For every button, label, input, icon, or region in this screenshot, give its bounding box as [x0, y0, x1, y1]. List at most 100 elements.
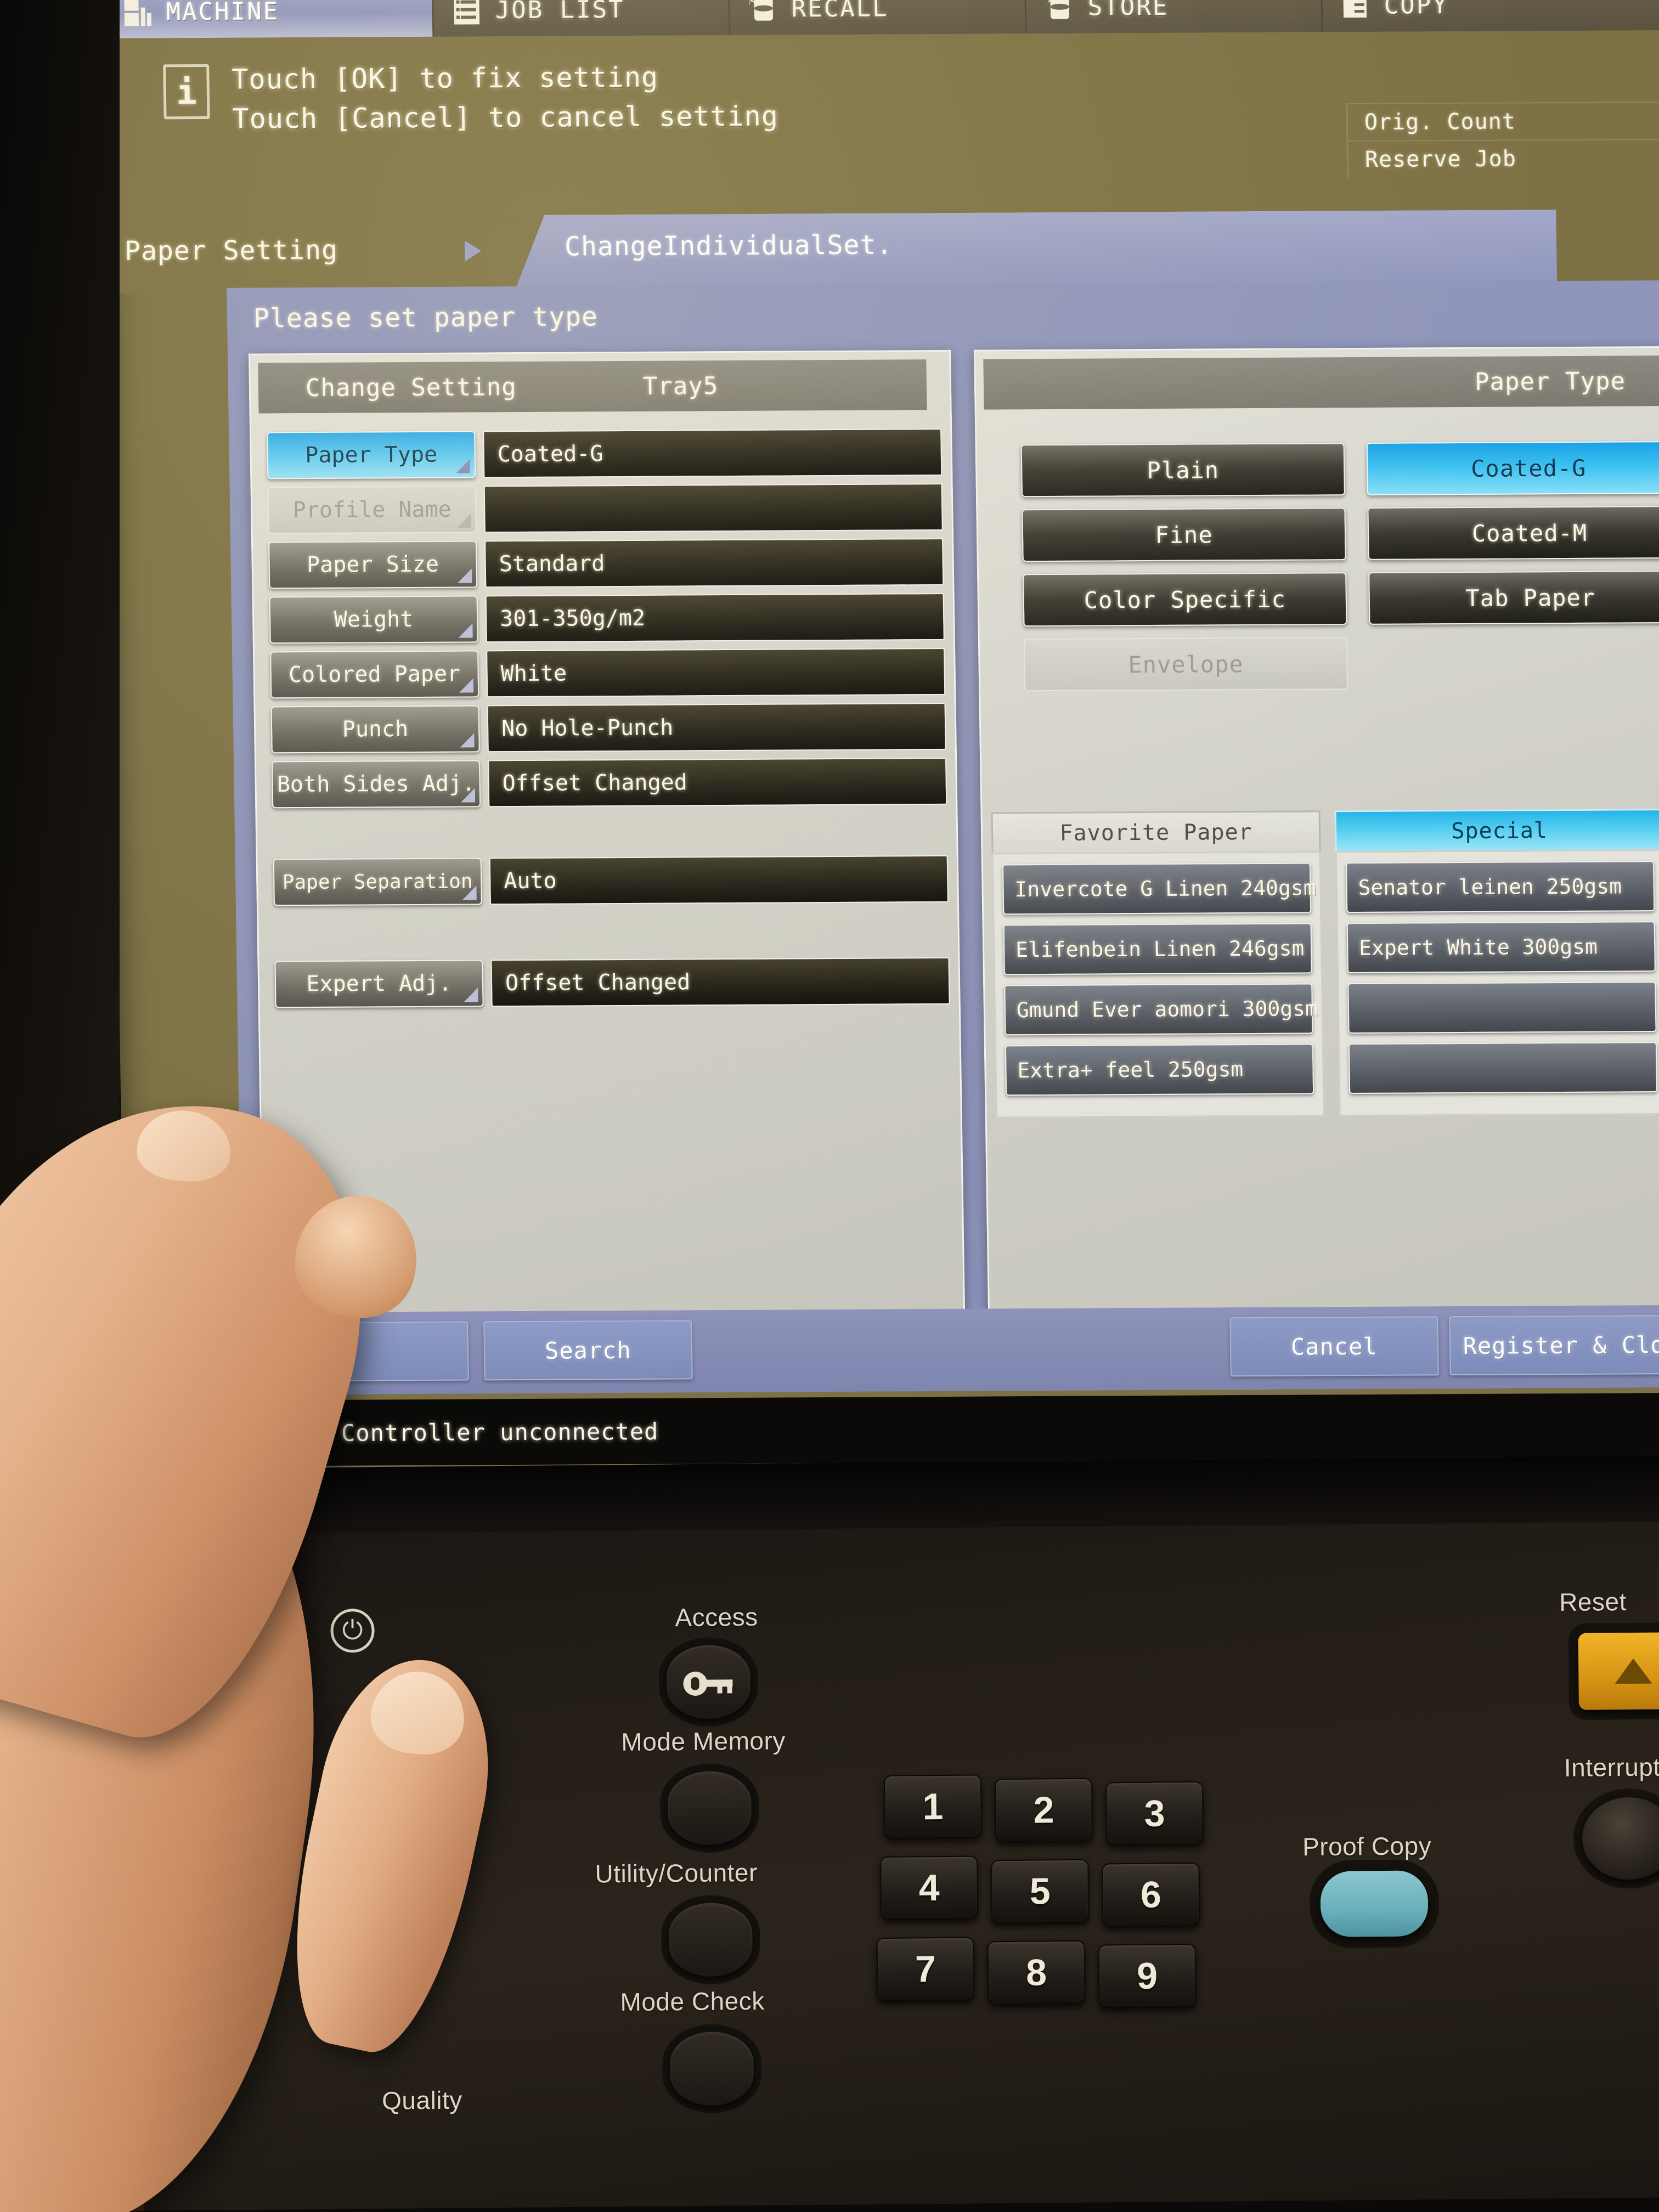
paper-type-fine-button[interactable]: Fine [1022, 507, 1346, 562]
reset-button[interactable] [1578, 1632, 1659, 1710]
power-icon: ⏻ [330, 1609, 375, 1653]
control-panel: Power ⏻ Access Mode Memory Utility/Count… [0, 1455, 1659, 2212]
photo-root: MACHINE JOB LIST ⇱ RECALL STORE COPY i T… [0, 0, 1659, 2212]
triangle-indicator-icon [458, 623, 473, 638]
paper-type-coated-m-button[interactable]: Coated-M [1367, 505, 1659, 560]
tab-job-list[interactable]: JOB LIST [433, 0, 731, 37]
utility-counter-button[interactable] [668, 1903, 753, 1977]
breadcrumb: Paper Setting ChangeIndividualSet. [108, 213, 1659, 293]
mode-memory-label: Mode Memory [621, 1726, 786, 1757]
list-item[interactable] [1347, 981, 1657, 1034]
weight-key[interactable]: Weight [269, 595, 478, 644]
paper-separation-key[interactable]: Paper Separation [273, 857, 482, 906]
interrupt-button[interactable] [1582, 1797, 1659, 1880]
tab-recall-label: RECALL [791, 0, 889, 22]
setting-rows: Paper Type Coated-G Profile Name Paper S… [267, 428, 950, 1015]
tab-store[interactable]: ⇲ STORE [1026, 0, 1323, 34]
favorite-paper-item-1: Invercote G Linen 240gsm [1014, 876, 1317, 902]
keypad-3[interactable]: 3 [1105, 1781, 1204, 1846]
tab-recall[interactable]: ⇱ RECALL [730, 0, 1027, 36]
paper-type-coated-g-button[interactable]: Coated-G [1366, 441, 1659, 495]
keypad-8[interactable]: 8 [987, 1940, 1086, 2005]
change-setting-header: Change Setting Tray5 [258, 359, 927, 414]
quality-label: Quality [381, 2085, 462, 2115]
tab-copy[interactable]: COPY [1322, 0, 1630, 32]
cancel-button[interactable]: Cancel [1229, 1316, 1439, 1377]
breadcrumb-current-tab[interactable]: ChangeIndividualSet. [514, 210, 1557, 291]
list-item[interactable] [1348, 1042, 1658, 1094]
colored-paper-value: White [486, 647, 946, 698]
reset-triangle-icon [1615, 1658, 1652, 1684]
favorite-paper-item-2: Elifenbein Linen 246gsm [1015, 936, 1305, 962]
special-paper-tab[interactable]: Special [1334, 809, 1659, 851]
paper-type-value: Coated-G [483, 428, 943, 478]
access-label: Access [675, 1602, 758, 1632]
paper-separation-key-label: Paper Separation [282, 870, 473, 894]
orig-count-row[interactable]: Orig. Count [1346, 101, 1659, 141]
profile-name-value [483, 483, 943, 533]
keypad-7[interactable]: 7 [876, 1937, 975, 2002]
keypad-6[interactable]: 6 [1102, 1862, 1200, 1927]
punch-key[interactable]: Punch [270, 705, 480, 754]
paper-type-fine-label: Fine [1155, 521, 1214, 549]
keypad-4-label: 4 [918, 1867, 940, 1909]
setting-row-colored-paper: Colored Paper White [270, 647, 946, 699]
register-and-close-button[interactable]: Register & Close [1449, 1314, 1659, 1376]
paper-type-tab-paper-button[interactable]: Tab Paper [1368, 570, 1659, 625]
tab-machine[interactable]: MACHINE [104, 0, 435, 38]
list-item[interactable]: Elifenbein Linen 246gsm [1003, 923, 1312, 975]
status-message: Controller unconnected [341, 1418, 659, 1447]
keypad-1[interactable]: 1 [883, 1774, 982, 1839]
both-sides-adj-key[interactable]: Both Sides Adj. [272, 760, 481, 809]
brightness-dial[interactable] [97, 1804, 230, 1937]
list-item[interactable]: Senator leinen 250gsm [1345, 861, 1655, 913]
breadcrumb-current-label: ChangeIndividualSet. [564, 229, 893, 262]
paper-type-coated-g-label: Coated-G [1470, 454, 1587, 482]
punch-key-label: Punch [342, 716, 409, 742]
list-item[interactable]: Extra+ feel 250gsm [1005, 1043, 1314, 1096]
blank-button[interactable] [259, 1321, 469, 1382]
list-item[interactable]: Gmund Ever aomori 300gsm [1004, 983, 1318, 1036]
paper-type-plain-button[interactable]: Plain [1020, 443, 1346, 498]
tab-machine-label: MACHINE [166, 0, 280, 26]
paper-type-column-2: Coated-G Coated-M Tab Paper [1366, 441, 1659, 702]
breadcrumb-parent[interactable]: Paper Setting [125, 235, 338, 267]
mode-memory-button[interactable] [667, 1771, 752, 1846]
list-item[interactable]: Invercote G Linen 240gsm [1002, 862, 1316, 915]
paper-type-key-label: Paper Type [304, 442, 438, 469]
search-button[interactable]: Search [483, 1320, 693, 1381]
triangle-indicator-icon [462, 885, 477, 900]
paper-type-color-specific-button[interactable]: Color Specific [1023, 572, 1347, 627]
favorite-paper-tab[interactable]: Favorite Paper [991, 810, 1321, 853]
paper-size-key[interactable]: Paper Size [268, 540, 478, 589]
keypad-4[interactable]: 4 [880, 1855, 979, 1921]
copy-icon [1341, 0, 1370, 21]
tab-job-list-label: JOB LIST [495, 0, 625, 24]
brightness-sun-icon [93, 1703, 148, 1757]
colored-paper-key[interactable]: Colored Paper [270, 650, 479, 699]
keypad-5[interactable]: 5 [991, 1859, 1090, 1924]
expert-adj-key[interactable]: Expert Adj. [274, 960, 484, 1008]
keypad-9[interactable]: 9 [1098, 1944, 1197, 2008]
paper-type-plain-label: Plain [1147, 456, 1220, 484]
setting-row-both-sides-adj: Both Sides Adj. Offset Changed [272, 757, 947, 809]
both-sides-adj-value-label: Offset Changed [502, 770, 688, 797]
keypad-5-label: 5 [1029, 1870, 1051, 1912]
weight-value: 301-350g/m2 [485, 592, 945, 643]
mode-check-button[interactable] [669, 2032, 754, 2106]
special-paper-tab-label: Special [1451, 817, 1548, 844]
keypad-2[interactable]: 2 [994, 1778, 1093, 1843]
list-item[interactable]: Expert White 300gsm [1346, 921, 1656, 974]
triangle-indicator-icon [456, 514, 471, 528]
status-panel: Orig. Count Reserve Job [1346, 101, 1659, 178]
reset-label: Reset [1559, 1587, 1627, 1617]
expert-adj-key-label: Expert Adj. [306, 970, 452, 997]
paper-type-key[interactable]: Paper Type [267, 431, 476, 479]
special-paper-column: Special Senator leinen 250gsm Expert Whi… [1334, 809, 1659, 1117]
weight-value-label: 301-350g/m2 [499, 605, 646, 632]
recall-disk-icon: ⇱ [748, 0, 777, 24]
proof-copy-button[interactable] [1320, 1870, 1429, 1938]
reserve-job-row[interactable]: Reserve Job [1346, 138, 1659, 178]
paper-type-envelope-button: Envelope [1023, 637, 1348, 692]
change-setting-panel: Change Setting Tray5 Paper Type Coated-G [248, 349, 966, 1319]
